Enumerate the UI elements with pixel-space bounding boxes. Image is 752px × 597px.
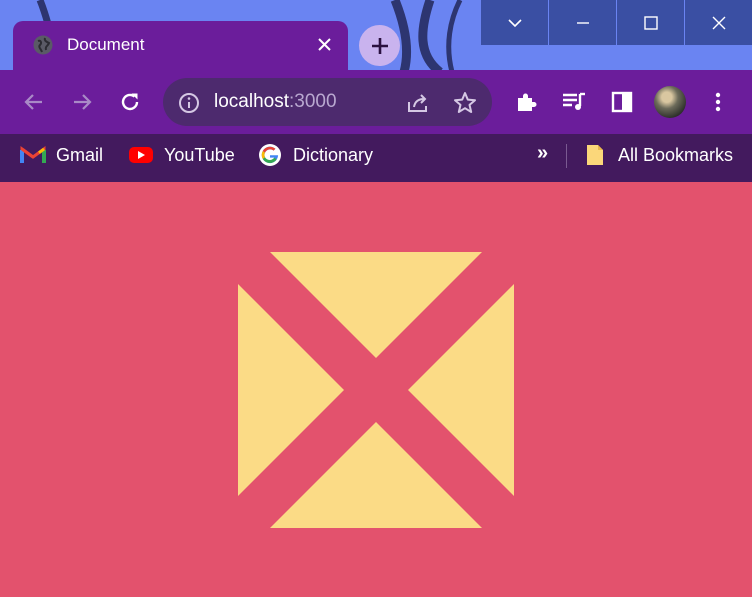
url-host: localhost [214, 91, 289, 112]
reload-icon [121, 93, 139, 111]
browser-tab[interactable]: Document [13, 21, 348, 72]
new-tab-button[interactable] [359, 25, 400, 66]
page-content [0, 182, 752, 597]
arrow-right-icon [74, 94, 92, 110]
menu-button[interactable] [704, 88, 732, 116]
bookmarks-overflow-button[interactable]: » [537, 142, 548, 165]
triangle-top [270, 252, 482, 358]
minimize-button[interactable] [549, 0, 616, 45]
chevron-down-icon [507, 18, 522, 27]
close-icon [317, 37, 331, 51]
browser-toolbar: localhost:3000 [0, 70, 752, 134]
address-bar[interactable]: localhost:3000 [163, 78, 492, 126]
back-button[interactable] [20, 88, 48, 116]
puzzle-icon [518, 93, 537, 111]
youtube-icon [128, 142, 154, 168]
bookmark-star-icon[interactable] [452, 90, 478, 116]
arrow-left-icon [24, 94, 42, 110]
url-port: :3000 [289, 91, 337, 112]
bookmark-youtube[interactable]: YouTube [128, 134, 235, 176]
bookmarks-divider [566, 144, 567, 168]
maximize-button[interactable] [617, 0, 684, 45]
close-window-button[interactable] [685, 0, 752, 45]
profile-avatar[interactable] [654, 86, 686, 118]
gmail-icon [20, 142, 46, 168]
bookmark-label: Dictionary [293, 144, 374, 165]
media-controls-button[interactable] [560, 88, 588, 116]
more-vertical-icon [715, 92, 721, 112]
plus-icon [371, 37, 388, 54]
extensions-button[interactable] [512, 88, 540, 116]
maximize-icon [643, 15, 658, 30]
info-icon[interactable] [177, 91, 201, 115]
all-bookmarks-label: All Bookmarks [618, 144, 734, 165]
x-triangles-graphic [238, 252, 514, 528]
bookmark-label: Gmail [56, 144, 104, 165]
url-text: localhost:3000 [214, 91, 337, 113]
tab-close-button[interactable] [314, 34, 334, 54]
globe-icon [33, 35, 53, 55]
bookmark-gmail[interactable]: Gmail [20, 134, 103, 176]
bookmark-label: YouTube [164, 144, 235, 165]
google-icon [257, 142, 283, 168]
close-icon [712, 16, 725, 29]
playlist-icon [563, 92, 585, 110]
triangle-right [408, 284, 514, 496]
share-icon[interactable] [405, 90, 431, 116]
forward-button[interactable] [68, 88, 96, 116]
minimize-icon [576, 21, 589, 24]
bookmarks-bar: Gmail YouTube Dictionary » All Bookmarks [0, 134, 752, 182]
window-controls [480, 0, 752, 45]
side-panel-button[interactable] [608, 88, 636, 116]
bookmark-dictionary[interactable]: Dictionary [257, 134, 373, 176]
folder-icon [582, 142, 608, 168]
tab-search-button[interactable] [481, 0, 548, 45]
side-panel-icon [611, 91, 633, 113]
triangle-left [238, 284, 344, 496]
triangle-bottom [270, 422, 482, 528]
tab-title: Document [67, 35, 145, 54]
reload-button[interactable] [116, 88, 144, 116]
all-bookmarks-button[interactable]: All Bookmarks [582, 134, 733, 176]
